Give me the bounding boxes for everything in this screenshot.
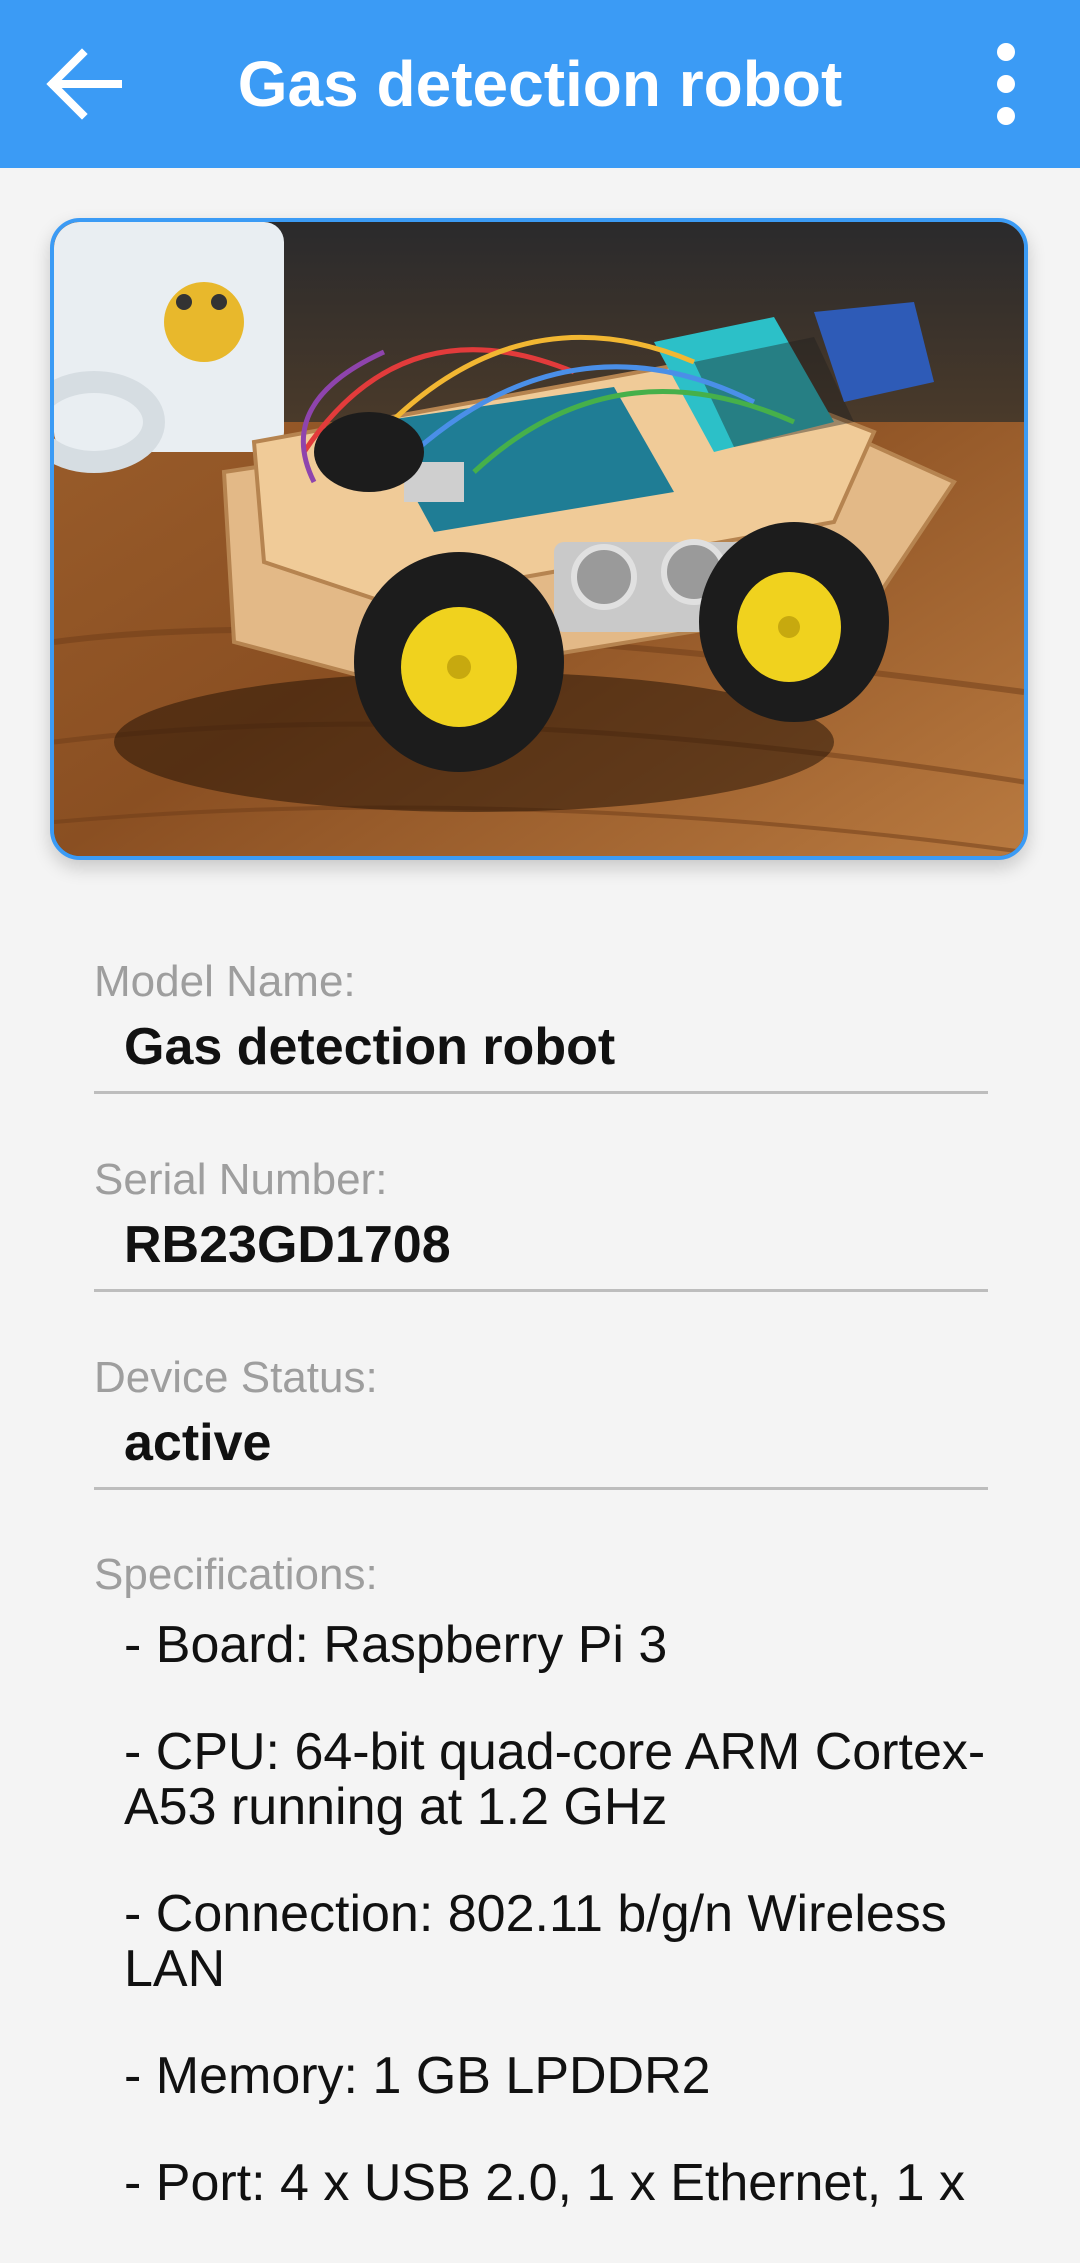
- device-status-label: Device Status:: [94, 1353, 378, 1402]
- specifications-list: - Board: Raspberry Pi 3 - CPU: 64-bit qu…: [124, 1618, 1004, 2263]
- spec-item-cpu: - CPU: 64-bit quad-core ARM Cortex-A53 r…: [124, 1723, 986, 1836]
- spec-item-memory: - Memory: 1 GB LPDDR2: [124, 2047, 711, 2105]
- device-status-value[interactable]: active: [94, 1411, 988, 1490]
- page-title: Gas detection robot: [237, 48, 843, 120]
- model-name-label: Model Name:: [94, 957, 356, 1006]
- specifications-label: Specifications:: [94, 1550, 378, 1599]
- serial-number-field: Serial Number: RB23GD1708: [94, 1153, 988, 1292]
- model-name-value[interactable]: Gas detection robot: [94, 1015, 988, 1094]
- serial-number-label: Serial Number:: [94, 1155, 388, 1204]
- more-vertical-icon: [997, 43, 1015, 125]
- spec-item-connection: - Connection: 802.11 b/g/n Wireless LAN: [124, 1885, 947, 1998]
- device-status-field: Device Status: active: [94, 1351, 988, 1490]
- device-photo: [50, 218, 1028, 860]
- model-name-field: Model Name: Gas detection robot: [94, 955, 988, 1094]
- back-button[interactable]: [34, 34, 134, 134]
- serial-number-value[interactable]: RB23GD1708: [94, 1213, 988, 1292]
- arrow-left-icon: [46, 48, 122, 120]
- spec-item-board: - Board: Raspberry Pi 3: [124, 1616, 668, 1674]
- spec-item-port: - Port: 4 x USB 2.0, 1 x Ethernet, 1 x: [124, 2154, 966, 2212]
- more-options-button[interactable]: [956, 34, 1056, 134]
- app-bar: Gas detection robot: [0, 0, 1080, 168]
